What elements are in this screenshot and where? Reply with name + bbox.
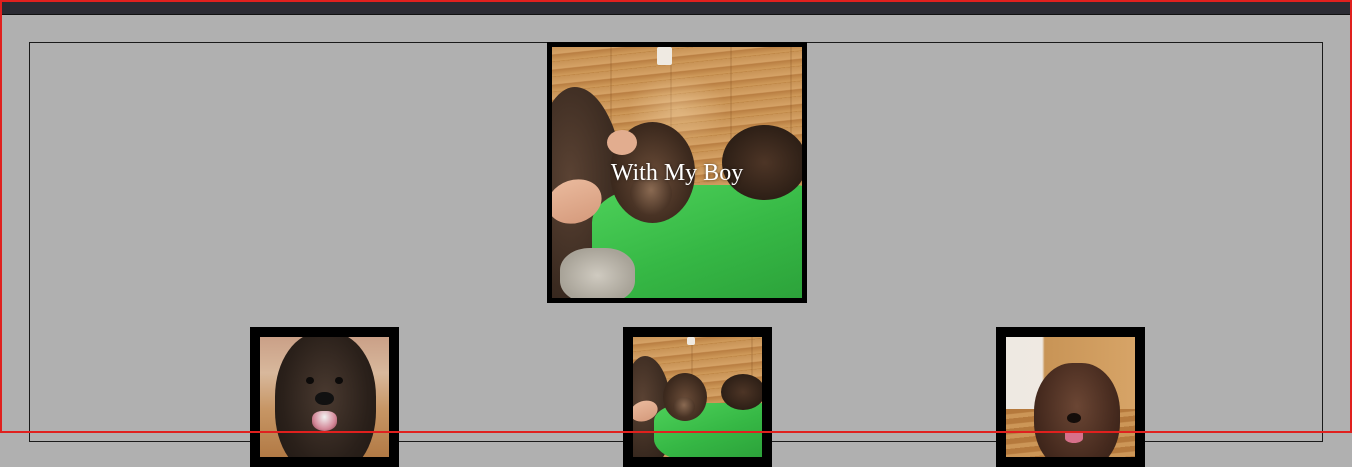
thumbnail-3[interactable]	[996, 327, 1145, 467]
top-bar	[0, 0, 1352, 15]
featured-photo-caption: With My Boy	[610, 160, 744, 186]
thumbnail-1[interactable]	[250, 327, 399, 467]
thumbnail-2[interactable]	[623, 327, 772, 467]
thumbnail-image	[633, 337, 762, 457]
featured-photo[interactable]: With My Boy	[547, 42, 807, 303]
